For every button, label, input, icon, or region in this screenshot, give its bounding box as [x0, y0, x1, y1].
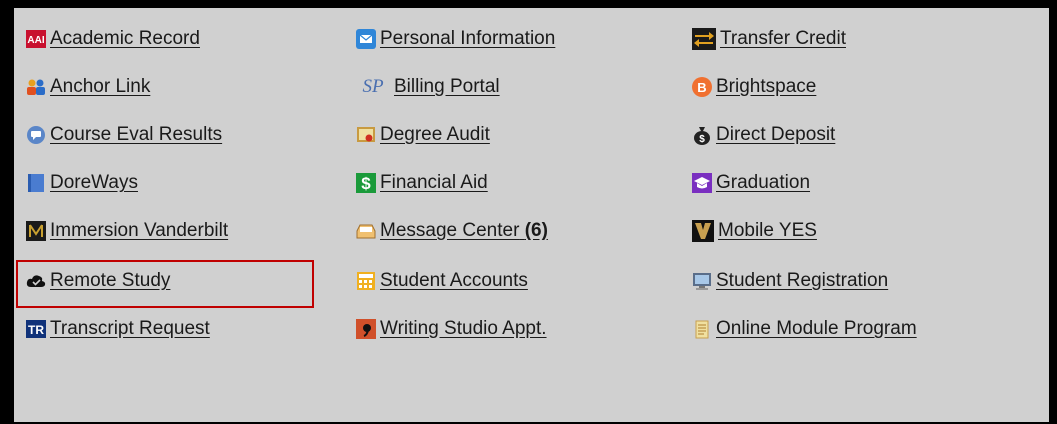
link-immersion-vanderbilt[interactable]: Immersion Vanderbilt — [26, 218, 228, 244]
notepad-icon — [692, 319, 712, 339]
remote-study-highlight-box — [16, 260, 314, 308]
link-graduation[interactable]: Graduation — [692, 170, 810, 196]
link-student-registration[interactable]: Student Registration — [692, 268, 888, 294]
svg-text:$: $ — [361, 174, 371, 193]
link-label[interactable]: DoreWays — [50, 172, 138, 194]
link-writing-studio-appt[interactable]: Writing Studio Appt. — [356, 316, 547, 342]
link-transcript-request[interactable]: TR Transcript Request — [26, 316, 210, 342]
link-label[interactable]: Student Registration — [716, 270, 888, 292]
transfer-arrows-icon — [692, 28, 716, 50]
link-anchor-link[interactable]: Anchor Link — [26, 74, 150, 100]
link-brightspace[interactable]: B Brightspace — [692, 74, 816, 100]
link-financial-aid[interactable]: $ Financial Aid — [356, 170, 488, 196]
link-label[interactable]: Graduation — [716, 172, 810, 194]
link-mobile-yes[interactable]: Mobile YES — [692, 218, 817, 244]
link-label[interactable]: Anchor Link — [50, 76, 150, 98]
link-label[interactable]: Academic Record — [50, 28, 200, 50]
inbox-icon — [356, 221, 376, 241]
link-online-module-program[interactable]: Online Module Program — [692, 316, 917, 342]
grad-cap-icon — [692, 173, 712, 193]
link-personal-information[interactable]: Personal Information — [356, 26, 555, 52]
link-label[interactable]: Online Module Program — [716, 318, 917, 340]
link-label[interactable]: Personal Information — [380, 28, 555, 50]
writing-studio-icon — [356, 319, 376, 339]
message-count: (6) — [524, 220, 548, 241]
link-label[interactable]: Degree Audit — [380, 124, 490, 146]
money-bag-icon: $ — [692, 125, 712, 145]
link-label[interactable]: Student Accounts — [380, 270, 528, 292]
svg-text:AAI: AAI — [27, 35, 44, 46]
monitor-icon — [692, 271, 712, 291]
link-degree-audit[interactable]: Degree Audit — [356, 122, 490, 148]
link-student-accounts[interactable]: Student Accounts — [356, 268, 528, 294]
link-label[interactable]: Immersion Vanderbilt — [50, 220, 228, 242]
iv-logo-icon — [26, 221, 46, 241]
link-direct-deposit[interactable]: $ Direct Deposit — [692, 122, 835, 148]
link-label[interactable]: Transfer Credit — [720, 28, 846, 50]
link-label[interactable]: Brightspace — [716, 76, 816, 98]
vanderbilt-v-icon — [692, 220, 714, 242]
link-label[interactable]: Message Center (6) — [380, 220, 548, 242]
link-billing-portal[interactable]: SP Billing Portal — [356, 74, 500, 100]
certificate-icon — [356, 125, 376, 145]
aai-icon: AAI — [26, 29, 46, 49]
link-academic-record[interactable]: AAI Academic Record — [26, 26, 200, 52]
link-transfer-credit[interactable]: Transfer Credit — [692, 26, 846, 52]
svg-text:B: B — [697, 80, 706, 95]
link-label[interactable]: Financial Aid — [380, 172, 488, 194]
people-icon — [26, 77, 46, 97]
link-label[interactable]: Transcript Request — [50, 318, 210, 340]
dollar-icon: $ — [356, 173, 376, 193]
sp-icon: SP — [362, 76, 384, 97]
link-label[interactable]: Direct Deposit — [716, 124, 835, 146]
link-course-eval-results[interactable]: Course Eval Results — [26, 122, 222, 148]
book-icon — [26, 173, 46, 193]
brightspace-icon: B — [692, 77, 712, 97]
link-doreways[interactable]: DoreWays — [26, 170, 138, 196]
chat-icon — [26, 125, 46, 145]
link-label[interactable]: Course Eval Results — [50, 124, 222, 146]
envelope-icon — [356, 29, 376, 49]
quick-links-panel — [14, 8, 1049, 422]
tr-icon: TR — [26, 319, 46, 339]
link-message-center[interactable]: Message Center (6) — [356, 218, 548, 244]
link-label[interactable]: Billing Portal — [394, 76, 500, 98]
svg-text:TR: TR — [28, 323, 44, 337]
link-label[interactable]: Mobile YES — [718, 220, 817, 242]
link-label[interactable]: Writing Studio Appt. — [380, 318, 547, 340]
calculator-icon — [356, 271, 376, 291]
svg-text:$: $ — [699, 134, 705, 145]
